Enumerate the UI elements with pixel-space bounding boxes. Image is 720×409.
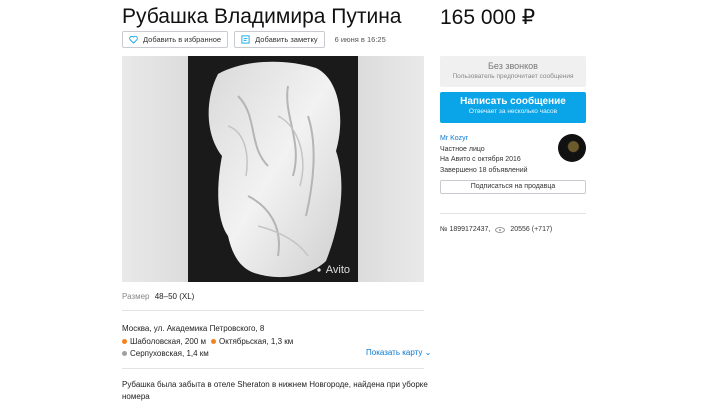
listing-title: Рубашка Владимира Путина [122,5,402,28]
add-favorite-label: Добавить в избранное [143,35,222,44]
listing-price: 165 000 ₽ [440,6,536,29]
metro-dot-icon [122,351,127,356]
seller-since: На Авито с октября 2016 [440,156,521,163]
metro-name: Серпуховская [130,349,182,358]
address: Москва, ул. Академика Петровского, 8 [122,324,265,333]
no-calls-box: Без звонков Пользователь предпочитает со… [440,56,586,87]
add-note-label: Добавить заметку [255,35,318,44]
divider [440,213,586,214]
listing-photo[interactable]: Avito [122,56,424,282]
metro-line-1: Шаболовская, 200 м Октябрьская, 1,3 км [122,337,293,346]
seller-name-link[interactable]: Mr Kozyr [440,134,528,145]
subscribe-button[interactable]: Подписаться на продавца [440,180,586,194]
size-label: Размер [122,292,150,301]
metro-line-2: Серпуховская, 1,4 км [122,349,209,358]
listing-stats: № 1899172437, 20556 (+717) [440,226,552,233]
divider [122,310,424,311]
size-value: 48–50 (XL) [154,292,195,301]
eye-icon [495,226,506,233]
metro-distance: 200 м [184,337,206,346]
avito-watermark: Avito [314,264,350,276]
metro-dot-icon [122,339,127,344]
metro-dot-icon [211,339,216,344]
photo-blur-left [122,56,188,282]
add-favorite-button[interactable]: Добавить в избранное [122,31,229,48]
divider [122,368,424,369]
listing-id: № 1899172437, [440,226,491,233]
posted-date: 6 июня в 16:25 [334,35,386,44]
write-message-label: Написать сообщение [460,96,566,107]
metro-name: Шаболовская [130,337,181,346]
shirt-image [208,61,342,278]
heart-icon [129,35,138,44]
photo-main [188,56,358,282]
avito-logo-icon [314,266,323,274]
description: Рубашка была забыта в отеле Sheraton в н… [122,380,428,401]
seller-info: Mr Kozyr Частное лицо На Авито с октября… [440,134,528,176]
show-map-link[interactable]: Показать карту ⌄ [366,348,431,357]
size-row: Размер 48–50 (XL) [122,292,194,301]
listing-actions: Добавить в избранное Добавить заметку 6 … [122,31,386,48]
avatar[interactable] [558,134,586,162]
write-message-button[interactable]: Написать сообщение Отвечает за несколько… [440,92,586,123]
no-calls-title: Без звонков [488,61,538,71]
add-note-button[interactable]: Добавить заметку [234,31,325,48]
chevron-down-icon: ⌄ [424,348,432,357]
metro-distance: 1,3 км [270,337,294,346]
view-count: 20556 (+717) [510,226,553,233]
metro-name: Октябрьская [219,337,267,346]
photo-blur-right [358,56,424,282]
metro-distance: 1,4 км [186,349,209,358]
note-icon [241,35,250,44]
no-calls-subtitle: Пользователь предпочитает сообщения [452,73,574,80]
seller-completed: Завершено 18 объявлений [440,166,528,174]
seller-type: Частное лицо [440,145,485,153]
response-time: Отвечает за несколько часов [468,108,558,115]
